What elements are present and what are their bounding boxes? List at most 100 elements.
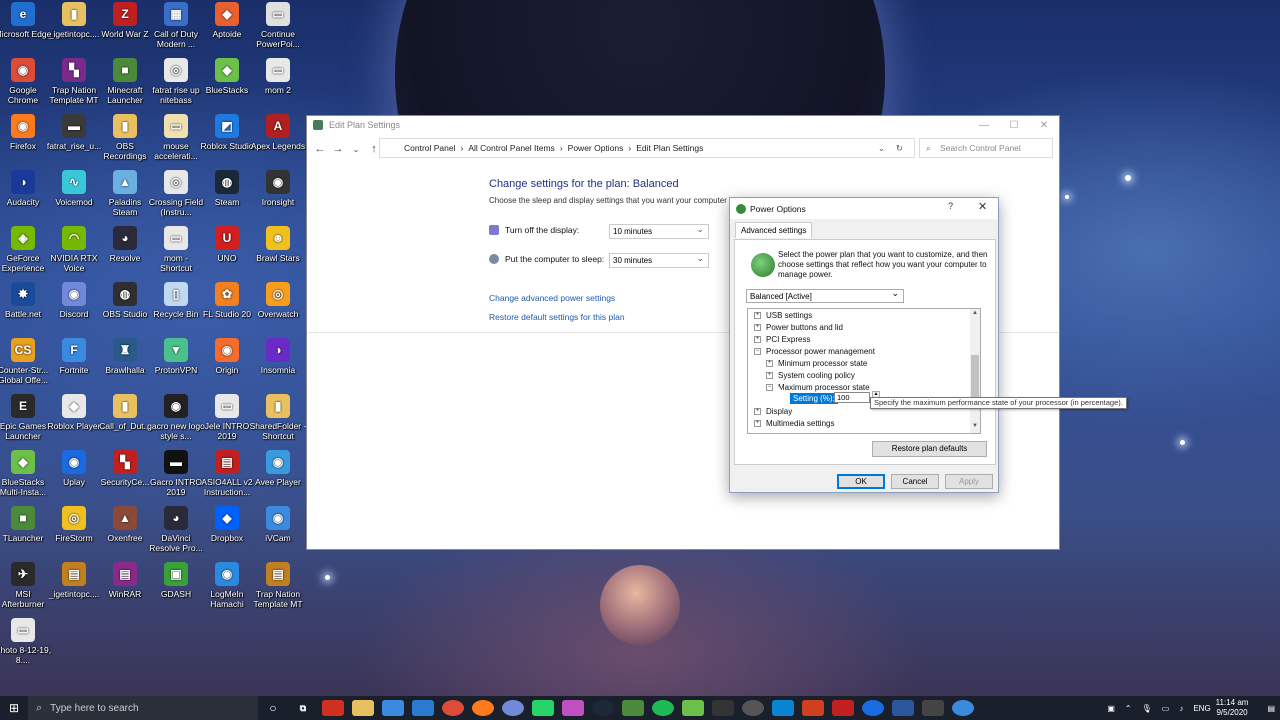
tree-item[interactable]: + Power buttons and lid: [754, 323, 843, 332]
file-explorer-icon[interactable]: [352, 700, 374, 716]
cortana-icon[interactable]: ○: [262, 700, 284, 716]
desktop-icon[interactable]: ✸ Battle.net: [0, 282, 50, 338]
minimize-button[interactable]: —: [969, 116, 999, 134]
taskbar-app-icon[interactable]: [712, 700, 734, 716]
desktop-icon[interactable]: ◉ gacro new logo style s...: [147, 394, 205, 450]
desktop-icon[interactable]: ▤ ASIO4ALL v2 Instruction...: [200, 450, 254, 506]
desktop-icon[interactable]: ◎ Overwatch: [251, 282, 305, 338]
discord-icon[interactable]: [502, 700, 524, 716]
desktop-icon[interactable]: ◎ fatrat rise up nitebass: [149, 58, 203, 114]
maximize-button[interactable]: ☐: [999, 116, 1029, 134]
taskbar-app-icon[interactable]: [742, 700, 764, 716]
bluestacks-icon[interactable]: [682, 700, 704, 716]
desktop-icon[interactable]: ◆ Dropbox: [200, 506, 254, 562]
scroll-down-icon[interactable]: ▼: [970, 423, 980, 429]
taskbar-search-box[interactable]: ⌕ Type here to search: [28, 696, 258, 720]
store-icon[interactable]: [412, 700, 434, 716]
tree-scrollbar[interactable]: ▲ ▼: [970, 309, 980, 433]
cancel-button[interactable]: Cancel: [891, 474, 939, 489]
desktop-icon[interactable]: e Microsoft Edge: [0, 2, 51, 58]
desktop-icon[interactable]: F Fortnite: [47, 338, 101, 394]
breadcrumb-item[interactable]: Edit Plan Settings: [636, 143, 703, 153]
taskbar-app-icon[interactable]: [322, 700, 344, 716]
taskbar-app-icon[interactable]: [832, 700, 854, 716]
firefox-icon[interactable]: [472, 700, 494, 716]
settings-tree[interactable]: ▲ ▼ Setting (%): 100 ▲ ▼ + USB settings + Po…: [747, 308, 981, 434]
powerpoint-icon[interactable]: [802, 700, 824, 716]
expand-icon[interactable]: +: [766, 372, 773, 379]
desktop-icon[interactable]: ▲ Oxenfree: [98, 506, 152, 562]
desktop-icon[interactable]: ▭ Jele INTRO 2019: [200, 394, 254, 450]
desktop-icon[interactable]: ☻ Brawl Stars: [251, 226, 305, 282]
collapse-icon[interactable]: −: [754, 348, 761, 355]
breadcrumb-item[interactable]: All Control Panel Items: [468, 143, 554, 153]
tree-item[interactable]: + USB settings: [754, 311, 812, 320]
desktop-icon[interactable]: ▬ Gacro INTRO 2019: [149, 450, 203, 506]
restore-plan-defaults-button[interactable]: Restore plan defaults: [872, 441, 987, 457]
network-icon[interactable]: ▭: [1162, 704, 1170, 713]
desktop-icon[interactable]: ▤ Trap Nation Template MT: [251, 562, 305, 618]
taskbar-app-icon[interactable]: [382, 700, 404, 716]
expand-icon[interactable]: +: [754, 312, 761, 319]
setting-percent-input[interactable]: 100: [834, 392, 870, 403]
desktop-icon[interactable]: A Apex Legends: [251, 114, 305, 170]
power-plan-dropdown[interactable]: Balanced [Active]: [746, 288, 904, 303]
sleep-timeout-dropdown[interactable]: 30 minutes: [609, 253, 709, 268]
expand-icon[interactable]: +: [754, 324, 761, 331]
change-advanced-power-settings-link[interactable]: Change advanced power settings: [489, 293, 615, 303]
uplay-icon[interactable]: [862, 700, 884, 716]
desktop-icon[interactable]: ▭ mom 2: [251, 58, 305, 114]
desktop-icon[interactable]: ◕ Resolve: [98, 226, 152, 282]
volume-icon[interactable]: ♪: [1179, 704, 1183, 713]
desktop-icon[interactable]: ◍ OBS Studio: [98, 282, 152, 338]
desktop-icon[interactable]: ▦ Call of Duty Modern ...: [149, 2, 203, 58]
desktop-icon[interactable]: ▚ Trap Nation Template MT: [47, 58, 101, 114]
desktop-icon[interactable]: ▭ mom - Shortcut: [149, 226, 203, 282]
desktop-icon[interactable]: E Epic Games Launcher: [0, 394, 50, 450]
desktop-icon[interactable]: ◉ Firefox: [0, 114, 50, 170]
refresh-icon[interactable]: ↻: [896, 143, 903, 154]
desktop-icon[interactable]: ◆ BlueStacks: [200, 58, 254, 114]
desktop-icon[interactable]: ▚ SecurityCe...: [98, 450, 152, 506]
expand-icon[interactable]: +: [766, 360, 773, 367]
desktop-icon[interactable]: ▮ Call_of_Dut...: [98, 394, 152, 450]
desktop-icon[interactable]: ▭ Continue PowerPoi...: [251, 2, 305, 58]
scroll-up-icon[interactable]: ▲: [970, 310, 980, 316]
desktop-icon[interactable]: Z World War Z: [98, 2, 152, 58]
tab-advanced-settings[interactable]: Advanced settings: [735, 222, 813, 238]
ok-button[interactable]: OK: [837, 474, 885, 489]
word-icon[interactable]: [892, 700, 914, 716]
desktop-icon[interactable]: ◆ Aptoide: [200, 2, 254, 58]
chevron-down-icon[interactable]: ⌄: [347, 145, 365, 154]
desktop-icon[interactable]: ▼ ProtonVPN: [149, 338, 203, 394]
taskbar-app-icon[interactable]: [922, 700, 944, 716]
whatsapp-icon[interactable]: [532, 700, 554, 716]
restore-default-settings-link[interactable]: Restore default settings for this plan: [489, 312, 625, 322]
steam-icon[interactable]: [592, 700, 614, 716]
desktop-icon[interactable]: CS Counter-Str... Global Offe...: [0, 338, 50, 394]
forward-arrow-icon[interactable]: →: [329, 143, 347, 155]
expand-icon[interactable]: +: [754, 420, 761, 427]
power-options-tray-icon[interactable]: ▣: [1107, 704, 1115, 713]
collapse-icon[interactable]: −: [766, 384, 773, 391]
tree-item[interactable]: + PCI Express: [754, 335, 810, 344]
spotify-icon[interactable]: [652, 700, 674, 716]
desktop-icon[interactable]: ◎ Crossing Field (Instru...: [149, 170, 203, 226]
desktop-icon[interactable]: ✿ FL Studio 20: [200, 282, 254, 338]
notifications-icon[interactable]: ▤: [1267, 704, 1275, 713]
help-button[interactable]: ?: [948, 201, 953, 211]
scrollbar-thumb[interactable]: [971, 355, 979, 401]
desktop-icon[interactable]: ◑ Audacity: [0, 170, 50, 226]
desktop-icon[interactable]: ◉ Ironsight: [251, 170, 305, 226]
desktop-icon[interactable]: ▮ SharedFolder - Shortcut: [250, 394, 306, 450]
desktop-icon[interactable]: ■ TLauncher: [0, 506, 50, 562]
taskbar-app-icon[interactable]: [772, 700, 794, 716]
desktop-icon[interactable]: ▮ OBS Recordings: [98, 114, 152, 170]
tree-item[interactable]: + System cooling policy: [766, 371, 855, 380]
desktop-icon[interactable]: ◑ Insomnia: [251, 338, 305, 394]
desktop-icon[interactable]: ◉ Discord: [47, 282, 101, 338]
desktop-icon[interactable]: ◆ Roblox Player: [47, 394, 101, 450]
desktop-icon[interactable]: U UNO: [200, 226, 254, 282]
desktop-icon[interactable]: ◆ BlueStacks Multi-Insta...: [0, 450, 50, 506]
desktop-icon[interactable]: ◉ Origin: [200, 338, 254, 394]
